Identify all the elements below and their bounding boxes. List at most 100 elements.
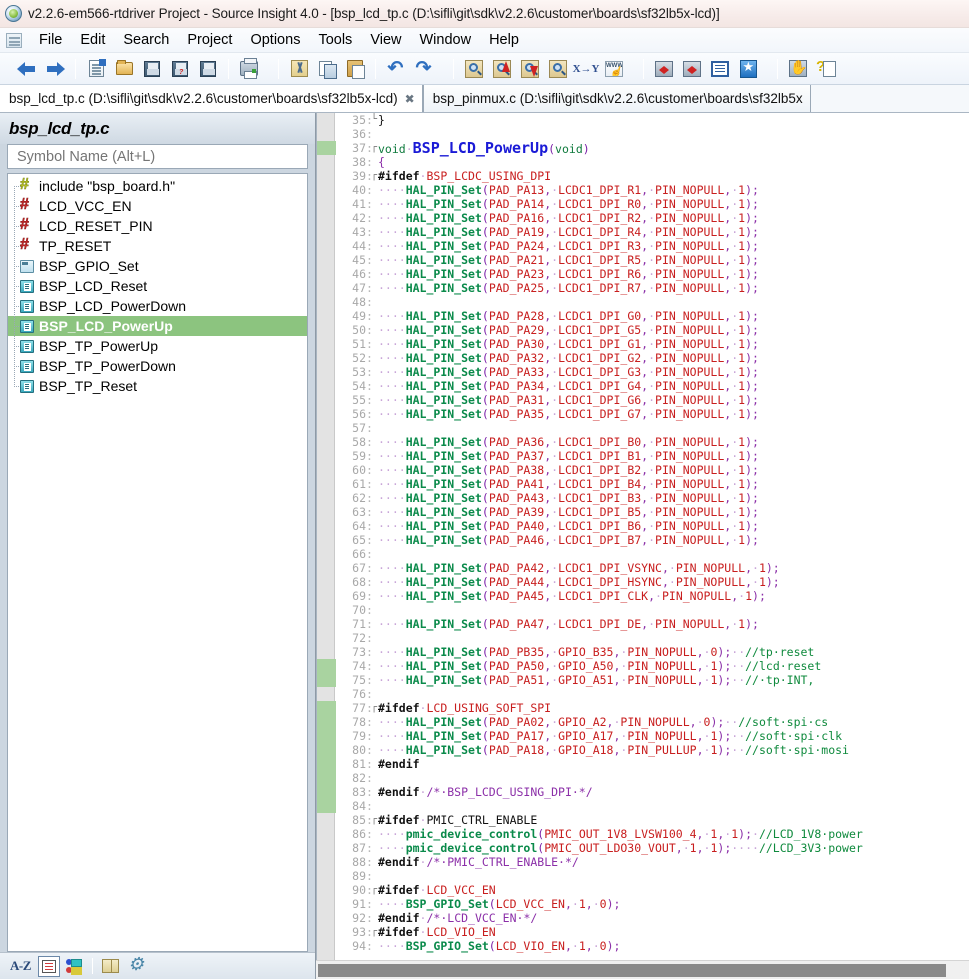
fold-marker[interactable]: ┌	[370, 141, 378, 155]
code-line[interactable]: 63: ····HAL_PIN_Set(PAD_PA39,·LCDC1_DPI_B…	[336, 505, 969, 519]
print-button[interactable]	[236, 56, 262, 82]
code-line[interactable]: 79: ····HAL_PIN_Set(PAD_PA17,·GPIO_A17,·P…	[336, 729, 969, 743]
code-line[interactable]: 40: ····HAL_PIN_Set(PAD_PA13,·LCDC1_DPI_R…	[336, 183, 969, 197]
code-line[interactable]: 82:	[336, 771, 969, 785]
menu-item-file[interactable]: File	[30, 31, 71, 49]
find-previous-button[interactable]	[489, 56, 515, 82]
symbol-list-item[interactable]: LCD_VCC_EN	[8, 196, 307, 216]
symbol-search-box[interactable]	[7, 144, 308, 169]
browse-web-button[interactable]: WWW ☝	[601, 56, 627, 82]
back-button[interactable]	[14, 56, 40, 82]
code-line[interactable]: 88: #endif·/*·PMIC_CTRL_ENABLE·*/	[336, 855, 969, 869]
symbol-list-item[interactable]: BSP_TP_PowerDown	[8, 356, 307, 376]
code-line[interactable]: 91: ····BSP_GPIO_Set(LCD_VCC_EN,·1,·0);	[336, 897, 969, 911]
symbol-list-item[interactable]: include "bsp_board.h"	[8, 176, 307, 196]
code-line[interactable]: 50: ····HAL_PIN_Set(PAD_PA29,·LCDC1_DPI_G…	[336, 323, 969, 337]
symbol-window-button[interactable]	[707, 56, 733, 82]
code-line[interactable]: 83: #endif·/*·BSP_LCDC_USING_DPI·*/	[336, 785, 969, 799]
code-line[interactable]: 45: ····HAL_PIN_Set(PAD_PA21,·LCDC1_DPI_R…	[336, 253, 969, 267]
code-line[interactable]: 60: ····HAL_PIN_Set(PAD_PA38,·LCDC1_DPI_B…	[336, 463, 969, 477]
code-line[interactable]: 74: ····HAL_PIN_Set(PAD_PA50,·GPIO_A50,·P…	[336, 659, 969, 673]
symbol-list-item[interactable]: BSP_LCD_PowerUp	[8, 316, 307, 336]
horizontal-scrollbar-thumb[interactable]	[318, 964, 946, 977]
code-line[interactable]: 51: ····HAL_PIN_Set(PAD_PA30,·LCDC1_DPI_G…	[336, 337, 969, 351]
tab-bsp-lcd-tp-c[interactable]: bsp_lcd_tp.c (D:\sifli\git\sdk\v2.2.6\cu…	[0, 85, 423, 112]
code-line[interactable]: 59: ····HAL_PIN_Set(PAD_PA37,·LCDC1_DPI_B…	[336, 449, 969, 463]
code-line[interactable]: 66:	[336, 547, 969, 561]
paste-button[interactable]	[342, 56, 368, 82]
code-line[interactable]: 65: ····HAL_PIN_Set(PAD_PA46,·LCDC1_DPI_B…	[336, 533, 969, 547]
fold-marker[interactable]: ┌	[370, 925, 378, 939]
code-line[interactable]: 62: ····HAL_PIN_Set(PAD_PA43,·LCDC1_DPI_B…	[336, 491, 969, 505]
code-text-area[interactable]: 35: └} 36:37: ┌ void·BSP_LCD_PowerUp(void) 38…	[336, 113, 969, 960]
save-button[interactable]	[139, 56, 165, 82]
code-line[interactable]: 93: ┌ #ifdef·LCD_VIO_EN	[336, 925, 969, 939]
code-line[interactable]: 49: ····HAL_PIN_Set(PAD_PA28,·LCDC1_DPI_G…	[336, 309, 969, 323]
code-line[interactable]: 81: #endif	[336, 757, 969, 771]
find-button[interactable]	[461, 56, 487, 82]
code-line[interactable]: 76:	[336, 687, 969, 701]
symbol-list-item[interactable]: BSP_TP_Reset	[8, 376, 307, 396]
code-line[interactable]: 71: ····HAL_PIN_Set(PAD_PA47,·LCDC1_DPI_D…	[336, 617, 969, 631]
open-file-button[interactable]	[111, 56, 137, 82]
code-line[interactable]: 90: ┌ #ifdef·LCD_VCC_EN	[336, 883, 969, 897]
code-line[interactable]: 72:	[336, 631, 969, 645]
symbol-search-input[interactable]	[15, 147, 307, 166]
cut-button[interactable]	[286, 56, 312, 82]
code-line[interactable]: 75: ····HAL_PIN_Set(PAD_PA51,·GPIO_A51,·P…	[336, 673, 969, 687]
settings-button[interactable]	[125, 954, 147, 977]
code-line[interactable]: 55: ····HAL_PIN_Set(PAD_PA31,·LCDC1_DPI_G…	[336, 393, 969, 407]
code-line[interactable]: 87: ····pmic_device_control(PMIC_OUT_LDO3…	[336, 841, 969, 855]
code-line[interactable]: 44: ····HAL_PIN_Set(PAD_PA24,·LCDC1_DPI_R…	[336, 239, 969, 253]
bookmark-button[interactable]	[735, 56, 761, 82]
code-line[interactable]: 37: ┌ void·BSP_LCD_PowerUp(void)	[336, 140, 969, 156]
fold-marker[interactable]: ┌	[370, 883, 378, 897]
code-line[interactable]: 57:	[336, 421, 969, 435]
code-line[interactable]: 58: ····HAL_PIN_Set(PAD_PA36,·LCDC1_DPI_B…	[336, 435, 969, 449]
symbol-list-item[interactable]: BSP_GPIO_Set	[8, 256, 307, 276]
new-file-button[interactable]	[83, 56, 109, 82]
code-line[interactable]: 78: ····HAL_PIN_Set(PAD_PA02,·GPIO_A2,·PI…	[336, 715, 969, 729]
code-line[interactable]: 67: ····HAL_PIN_Set(PAD_PA42,·LCDC1_DPI_V…	[336, 561, 969, 575]
forward-button[interactable]	[42, 56, 68, 82]
code-line[interactable]: 92: #endif·/*·LCD_VCC_EN·*/	[336, 911, 969, 925]
code-line[interactable]: 52: ····HAL_PIN_Set(PAD_PA32,·LCDC1_DPI_G…	[336, 351, 969, 365]
jump-forward-bookmark-button[interactable]	[679, 56, 705, 82]
fold-marker[interactable]: ┌	[370, 701, 378, 715]
save-all-button[interactable]	[195, 56, 221, 82]
horizontal-scrollbar[interactable]	[316, 960, 969, 979]
code-line[interactable]: 35: └}	[336, 113, 969, 127]
menu-item-window[interactable]: Window	[410, 31, 480, 49]
menu-item-project[interactable]: Project	[178, 31, 241, 49]
type-view-button[interactable]	[63, 956, 85, 977]
code-line[interactable]: 42: ····HAL_PIN_Set(PAD_PA16,·LCDC1_DPI_R…	[336, 211, 969, 225]
code-line[interactable]: 77: ┌ #ifdef·LCD_USING_SOFT_SPI	[336, 701, 969, 715]
code-line[interactable]: 70:	[336, 603, 969, 617]
code-line[interactable]: 84:	[336, 799, 969, 813]
code-line[interactable]: 61: ····HAL_PIN_Set(PAD_PA41,·LCDC1_DPI_B…	[336, 477, 969, 491]
fold-marker[interactable]: ┌	[370, 813, 378, 827]
code-line[interactable]: 38: {	[336, 155, 969, 169]
code-line[interactable]: 43: ····HAL_PIN_Set(PAD_PA19,·LCDC1_DPI_R…	[336, 225, 969, 239]
replace-button[interactable]: X→Y	[573, 56, 600, 82]
jump-back-bookmark-button[interactable]	[651, 56, 677, 82]
fold-marker[interactable]: └	[370, 113, 378, 127]
symbol-list-item[interactable]: BSP_TP_PowerUp	[8, 336, 307, 356]
context-help-button[interactable]	[813, 56, 839, 82]
menu-item-tools[interactable]: Tools	[309, 31, 361, 49]
find-next-button[interactable]	[517, 56, 543, 82]
copy-button[interactable]	[314, 56, 340, 82]
symbol-list[interactable]: include "bsp_board.h" LCD_VCC_EN LCD_RESET…	[7, 173, 308, 952]
symbol-list-item[interactable]: TP_RESET	[8, 236, 307, 256]
code-line[interactable]: 56: ····HAL_PIN_Set(PAD_PA35,·LCDC1_DPI_G…	[336, 407, 969, 421]
symbol-list-item[interactable]: BSP_LCD_Reset	[8, 276, 307, 296]
code-line[interactable]: 64: ····HAL_PIN_Set(PAD_PA40,·LCDC1_DPI_B…	[336, 519, 969, 533]
tab-bsp-pinmux-c[interactable]: bsp_pinmux.c (D:\sifli\git\sdk\v2.2.6\cu…	[422, 85, 811, 112]
find-in-files-button[interactable]	[545, 56, 571, 82]
code-line[interactable]: 69: ····HAL_PIN_Set(PAD_PA45,· LCDC1_DPI_C…	[336, 589, 969, 603]
code-line[interactable]: 89:	[336, 869, 969, 883]
menu-item-search[interactable]: Search	[114, 31, 178, 49]
code-line[interactable]: 73: ····HAL_PIN_Set(PAD_PB35,·GPIO_B35,·P…	[336, 645, 969, 659]
code-line[interactable]: 46: ····HAL_PIN_Set(PAD_PA23,·LCDC1_DPI_R…	[336, 267, 969, 281]
menu-item-options[interactable]: Options	[241, 31, 309, 49]
